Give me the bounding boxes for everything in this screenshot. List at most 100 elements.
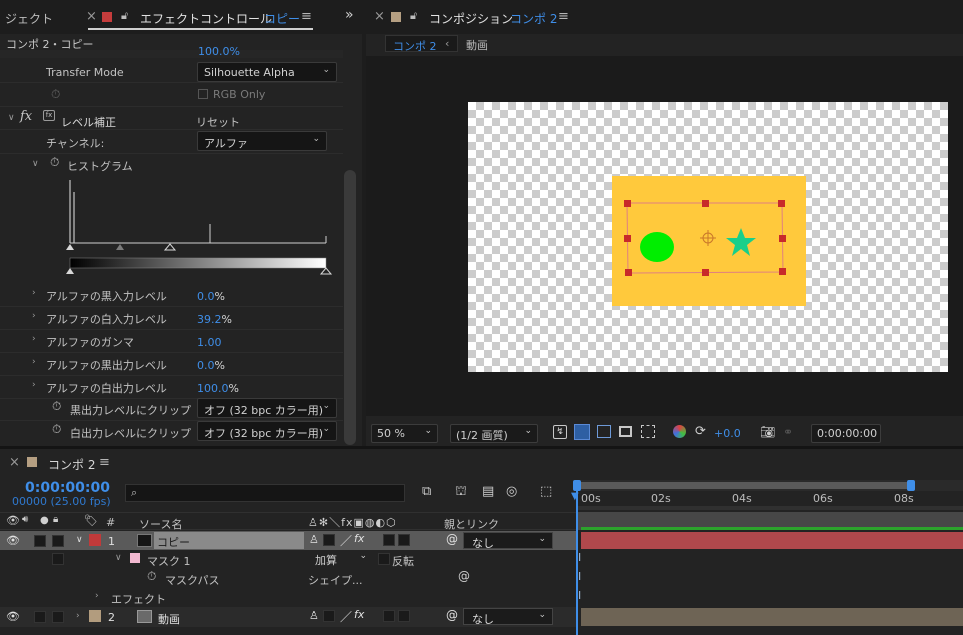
clip-black-dropdown[interactable]: オフ (32 bpc カラー用) ⌄ [197,398,337,418]
close-tab-icon[interactable]: × [9,455,20,470]
mask-mode-dropdown[interactable]: 加算 ⌄ [309,551,369,567]
expand-panels-icon[interactable]: » [345,7,354,23]
composition-tab-comp[interactable]: コンポ 2 [510,10,557,27]
column-source-name[interactable]: ソース名 [139,516,182,532]
work-area-range[interactable] [577,482,911,489]
show-snapshot-icon[interactable]: ⚭ [783,425,793,439]
panel-menu-icon[interactable]: ≡ [558,9,569,24]
keyframe-marker-icon[interactable]: I [578,570,581,583]
collapse-switch[interactable] [323,534,335,546]
mask-color-swatch[interactable] [130,553,140,563]
breadcrumb-next[interactable]: 動画 [466,37,488,53]
fx-toggle[interactable]: fx [20,109,32,124]
parent-dropdown[interactable]: なし ⌄ [463,532,553,550]
composition-mini-flowchart-icon[interactable]: ⧉ [422,484,431,499]
resolution-dropdown[interactable]: (1/2 画質) ⌄ [450,424,538,443]
effect-controls-tab-title[interactable]: エフェクトコントロール [140,10,272,27]
column-parent-link[interactable]: 親とリンク [444,516,499,532]
lock-icon[interactable]: 🔓︎ [410,9,417,23]
param-value-field[interactable]: 1.00 [197,336,222,349]
layer-2-duration-bar[interactable] [581,608,963,626]
fast-previews-icon[interactable]: ↯ [553,425,567,439]
region-of-interest-icon[interactable] [619,426,632,437]
timeline-tab-title[interactable]: コンポ 2 [48,456,95,473]
pickwhip-icon[interactable]: @ [446,608,458,622]
mask-row[interactable] [0,550,577,569]
frame-blend-switch[interactable] [383,610,395,622]
param-value-field[interactable]: 0.0% [197,359,225,372]
shy-switch-icon[interactable]: ♙ [309,533,319,546]
motion-blur-icon[interactable]: ◎ [506,484,517,499]
transparency-grid-icon[interactable] [574,424,590,440]
layer-label-color[interactable] [89,534,101,546]
motion-blur-switch[interactable] [398,534,410,546]
stopwatch-icon[interactable]: ⏱︎ [52,422,61,437]
solo-header-icon[interactable]: ● [40,515,49,526]
reset-link[interactable]: リセット [196,114,240,130]
twirl-right-icon[interactable]: › [32,334,36,344]
histogram-graph[interactable] [62,176,337,278]
pickwhip-icon[interactable]: @ [446,532,458,546]
effects-switch-icon[interactable]: fx [354,532,364,545]
exposure-value[interactable]: +0.0 [714,427,741,440]
guides-icon[interactable] [641,425,655,438]
timeline-timecode[interactable]: 0:00:00:00 [25,480,110,496]
stopwatch-icon[interactable]: ⏱︎ [52,399,61,414]
twirl-right-icon[interactable]: › [32,288,36,298]
effects-row[interactable] [0,588,577,607]
transfer-mode-dropdown[interactable]: Silhouette Alpha ⌄ [197,62,337,82]
solo-toggle[interactable] [34,611,46,623]
color-channels-icon[interactable] [673,425,686,438]
histogram-collapse-icon[interactable]: ∨ [32,159,39,169]
clip-white-dropdown[interactable]: オフ (32 bpc カラー用) ⌄ [197,421,337,441]
shy-switch-icon[interactable]: ♙ [309,609,319,622]
lock-icon[interactable]: 🔓︎ [121,9,128,23]
param-value-field[interactable]: 100.0% [197,382,239,395]
twirl-right-icon[interactable]: › [32,311,36,321]
lock-header-icon[interactable]: 🔒︎ [53,514,58,525]
partial-value[interactable]: 100.0% [198,45,240,55]
layer-label-color[interactable] [89,610,101,622]
close-tab-icon[interactable]: × [374,9,385,24]
snapshot-camera-icon[interactable]: 📷︎ [760,425,775,439]
quality-switch-icon[interactable]: ／ [340,532,352,549]
mask-expand-icon[interactable]: ∨ [115,553,122,563]
panel-menu-icon[interactable]: ≡ [99,455,110,470]
mask-name[interactable]: マスク 1 [147,553,191,569]
pickwhip-icon[interactable]: @ [458,569,470,583]
close-tab-icon[interactable]: × [86,9,97,24]
playhead-line[interactable] [576,482,578,635]
shy-layers-icon[interactable]: ▤ [482,484,494,499]
twirl-right-icon[interactable]: › [32,357,36,367]
lock-toggle[interactable] [52,553,64,565]
project-tab-label[interactable]: ジェクト [5,10,53,27]
layer-expand-icon[interactable]: ∨ [76,535,83,545]
video-switch-header-icon[interactable]: 👁︎ [6,514,20,527]
parent-dropdown[interactable]: なし ⌄ [463,608,553,626]
collapse-chevron-icon[interactable]: ∨ [8,113,15,123]
solo-toggle[interactable] [34,535,46,547]
rgb-only-checkbox[interactable] [198,89,208,99]
mask-path-value[interactable]: シェイプ... [308,572,363,588]
lock-toggle[interactable] [52,611,64,623]
work-area-end-handle[interactable] [907,480,915,491]
draft-3d-icon[interactable]: ⛫ [455,484,467,501]
stopwatch-icon[interactable]: ⏱︎ [51,87,60,102]
stopwatch-icon[interactable]: ⏱︎ [147,569,156,584]
eye-icon[interactable]: 👁︎ [6,610,20,623]
effects-expand-icon[interactable]: › [95,591,99,601]
effect-preset-icon[interactable]: fx [43,110,55,121]
layer-search-input[interactable]: ⌕ [125,484,405,502]
motion-blur-switch[interactable] [398,610,410,622]
keyframe-marker-icon[interactable]: I [578,551,581,564]
composition-tab-title[interactable]: コンポジション [429,10,513,27]
frame-blend-switch[interactable] [383,534,395,546]
eye-icon[interactable]: 👁︎ [6,534,20,547]
effects-switch-icon[interactable]: fx [354,608,364,621]
effect-controls-scrollbar[interactable] [344,170,356,445]
effect-controls-tab-layer[interactable]: コピー [264,10,300,27]
layer-1-duration-bar[interactable] [581,532,963,549]
composition-content[interactable] [612,176,806,306]
mask-invert-checkbox[interactable] [378,553,390,565]
panel-menu-icon[interactable]: ≡ [301,9,312,24]
